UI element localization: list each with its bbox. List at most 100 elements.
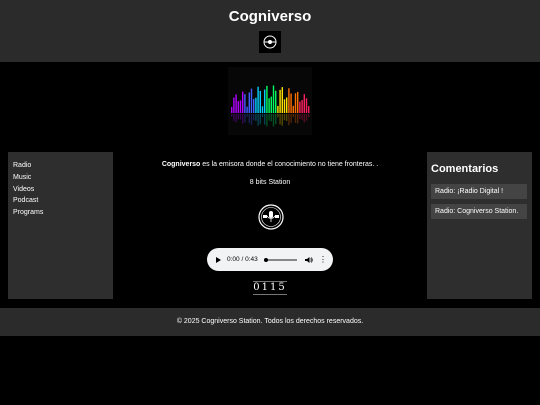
equalizer-reflection [237,114,239,120]
equalizer-bar [279,89,281,113]
equalizer-reflection [283,114,286,121]
equalizer-reflection [301,114,303,120]
equalizer-reflection [246,114,248,117]
play-icon[interactable] [216,256,221,263]
equalizer-reflection [270,114,272,122]
equalizer-reflection [281,114,283,126]
equalizer-bar [239,100,242,113]
comments-sidebar: Comentarios Radio: ¡Radio Digital ! Radi… [427,152,532,299]
equalizer-reflection [231,114,233,117]
equalizer-bar [308,106,310,113]
equalizer-bar [275,90,277,113]
equalizer-reflection [290,114,292,123]
site-footer: © 2025 Cogniverso Station. Todos los der… [0,308,540,336]
equalizer-reflection [292,114,294,118]
audio-equalizer-banner [228,67,312,135]
cogniverso-logo-icon[interactable] [259,31,281,53]
more-options-icon[interactable]: ⋮ [319,255,327,264]
equalizer-bar [253,98,255,113]
equalizer-bar [259,90,261,113]
equalizer-reflection [286,114,288,121]
equalizer-reflection [275,114,277,125]
equalizer-bar [266,85,268,113]
site-title: Cogniverso [228,8,312,25]
equalizer-bar [286,97,288,113]
equalizer-reflection [242,114,244,124]
equalizer-reflection [253,114,255,121]
equalizer-reflection [303,114,305,123]
equalizer-reflection [294,114,297,123]
equalizer-bar [297,91,299,113]
station-description: Cogniverso es la emisora donde el conoci… [120,161,420,168]
audio-player[interactable]: 0:00 / 0:43 ⋮ [207,248,333,271]
equalizer-reflection [264,114,266,125]
equalizer-bar [288,88,290,113]
equalizer-bar [294,93,297,113]
left-sidebar-nav: Radio Music Videos Podcast Programs [8,152,113,299]
equalizer-bar [272,85,275,113]
sidebar-item-radio[interactable]: Radio [13,160,113,172]
equalizer-reflection [248,114,250,124]
equalizer-reflection [257,114,259,126]
equalizer-bar [290,93,292,113]
equalizer-bar [261,106,264,113]
equalizer-reflection [244,114,246,123]
equalizer-bar [237,101,239,113]
equalizer-bar [292,105,294,113]
equalizer-bar [242,91,244,113]
equalizer-reflection [299,114,301,120]
comment-item: Radio: Cogniverso Station. [431,204,527,219]
equalizer-bar [305,98,308,113]
equalizer-reflection [308,114,310,118]
equalizer-bar [257,86,259,113]
comments-title: Comentarios [431,163,499,175]
equalizer-bar [248,92,250,113]
equalizer-reflection [297,114,299,124]
equalizer-reflection [239,114,242,120]
equalizer-reflection [305,114,308,121]
equalizer-bar [244,94,246,113]
equalizer-bar [277,105,279,113]
volume-icon[interactable] [305,256,313,264]
equalizer-reflection [277,114,279,118]
equalizer-bar [270,96,272,113]
comment-item: Radio: ¡Radio Digital ! [431,184,527,199]
equalizer-bar [299,101,301,113]
equalizer-reflection [255,114,257,121]
equalizer-bar [231,107,233,113]
equalizer-reflection [279,114,281,125]
equalizer-reflection [233,114,235,121]
equalizer-reflection [266,114,268,127]
intro-brand: Cogniverso [161,161,201,168]
sidebar-item-podcast[interactable]: Podcast [13,195,113,207]
equalizer-reflection [261,114,264,118]
equalizer-reflection [272,114,275,127]
equalizer-bar [250,88,253,113]
equalizer-bar [283,99,286,113]
audio-progress-thumb[interactable] [263,257,268,262]
site-header: Cogniverso [0,0,540,62]
station-name: 8 bits Station [249,179,291,186]
equalizer-reflection [268,114,270,121]
equalizer-bar [303,94,305,113]
equalizer-bar [264,89,266,113]
visit-counter: 0115 [253,281,287,295]
equalizer-bar [268,98,270,113]
equalizer-reflection [288,114,290,126]
8bits-radio-logo-icon [258,204,284,230]
sidebar-item-videos[interactable]: Videos [13,184,113,196]
equalizer-bar [233,97,235,113]
equalizer-bar [281,87,283,113]
equalizer-bar [246,106,248,113]
equalizer-bar [235,94,237,113]
intro-text: es la emisora donde el conocimiento no t… [200,161,379,168]
audio-progress-slider[interactable] [263,257,297,262]
sidebar-item-programs[interactable]: Programs [13,207,113,219]
equalizer-bar [255,97,257,113]
equalizer-reflection [259,114,261,124]
audio-time: 0:00 / 0:43 [227,256,258,263]
equalizer-bar [301,100,303,113]
equalizer-reflection [235,114,237,123]
sidebar-item-music[interactable]: Music [13,172,113,184]
equalizer-reflection [250,114,253,125]
